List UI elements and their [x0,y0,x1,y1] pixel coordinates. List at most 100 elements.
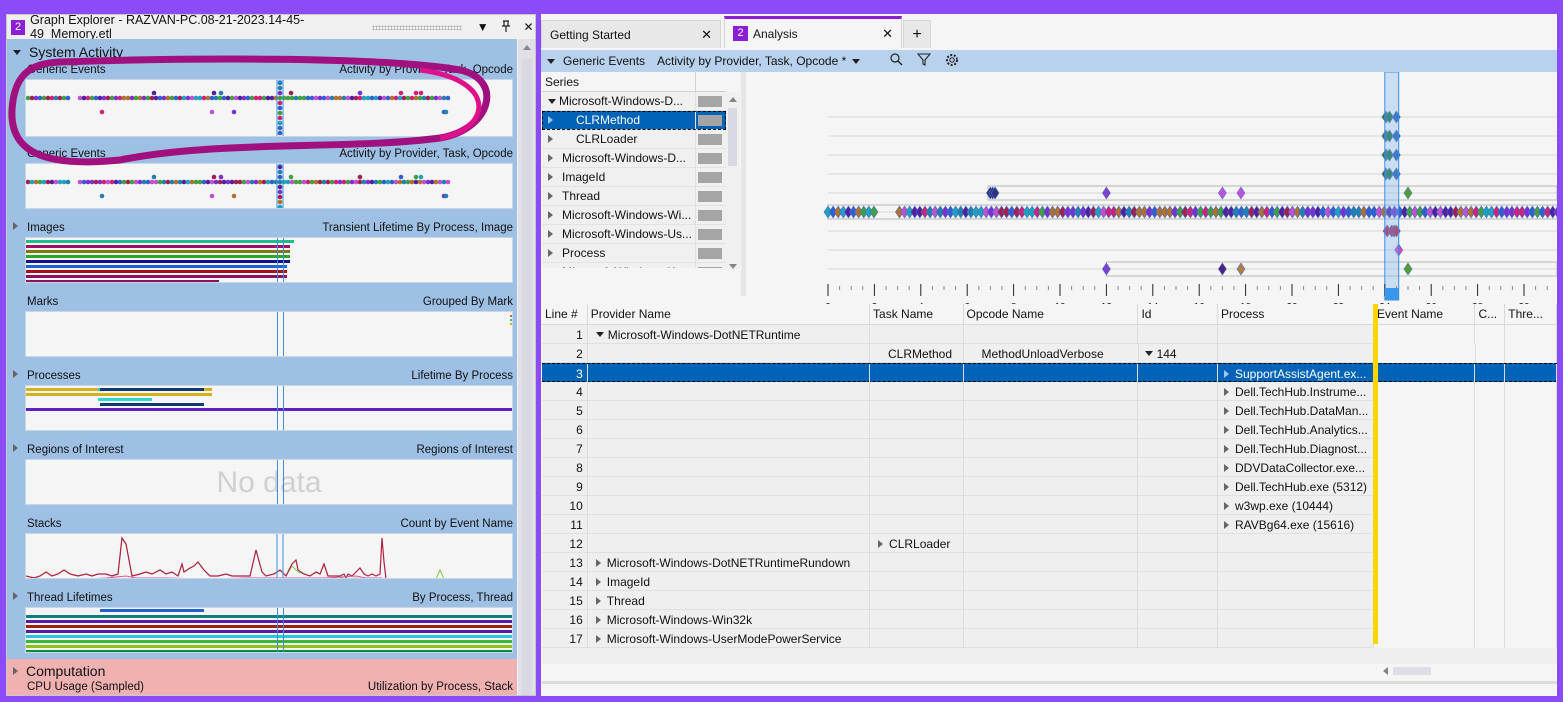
table-row[interactable]: 17 Microsoft-Windows-UserModePowerService [542,629,1557,648]
expand-icon[interactable] [1223,501,1229,510]
graph-explorer-scrollbar[interactable] [518,39,535,695]
selection-axis-marker[interactable] [1384,288,1399,300]
tab-getting-started[interactable]: Getting Started ✕ [541,20,721,48]
column-header[interactable]: Event Name [1374,304,1476,325]
group-header-computation[interactable]: Computation [13,663,105,679]
collapse-graph-icon[interactable] [547,58,555,64]
expand-icon[interactable] [548,211,553,219]
scroll-up-icon[interactable] [729,97,737,102]
expand-icon[interactable] [548,249,553,257]
scroll-left-icon[interactable] [1383,667,1388,675]
dropdown-icon[interactable]: ▼ [474,20,491,34]
splitter[interactable] [741,72,746,296]
series-item[interactable]: Thread [542,186,726,206]
series-color-swatch[interactable] [698,152,722,164]
series-color-swatch[interactable] [698,209,722,221]
column-header[interactable]: Process [1218,304,1375,325]
expand-icon[interactable] [595,558,601,567]
graph-thumbnail-generic-events-1[interactable] [25,79,513,137]
expand-icon[interactable] [1223,444,1229,453]
close-tab-icon[interactable]: ✕ [701,27,712,43]
expand-icon[interactable] [1223,406,1229,415]
event-marker[interactable] [1553,206,1557,218]
event-marker[interactable] [1403,186,1413,200]
column-header[interactable]: Line # [542,304,588,325]
table-row[interactable]: 10 w3wp.exe (10444) [542,496,1557,515]
series-item[interactable]: Microsoft-Windows-D... [542,91,726,111]
expand-icon[interactable] [548,154,553,162]
column-header[interactable]: Task Name [870,304,964,325]
series-item[interactable]: Microsoft-Windows-Us... [542,224,726,244]
event-marker[interactable] [1102,262,1111,276]
graph-thumbnail-generic-events-2[interactable] [25,163,513,209]
table-row[interactable]: 5 Dell.TechHub.DataMan... [542,401,1557,420]
group-header-system-activity[interactable]: System Activity [13,44,123,60]
series-color-swatch[interactable] [698,95,722,107]
expand-icon[interactable] [548,135,553,143]
event-marker[interactable] [1236,186,1246,200]
event-marker[interactable] [869,205,879,219]
timeline-graph[interactable]: 024681012141618202224262830 [747,72,1557,312]
graph-thumbnail-regions-of-interest[interactable]: No data [25,459,513,505]
filter-icon[interactable] [917,53,932,69]
collapse-icon[interactable] [548,98,556,104]
series-item[interactable]: Microsoft-Windows-D... [542,148,726,168]
event-marker[interactable] [1236,262,1246,276]
expand-icon[interactable] [548,173,553,181]
selection-range[interactable] [1384,72,1400,301]
graph-expander-regions[interactable] [13,444,26,452]
collapse-icon[interactable] [595,332,604,337]
expand-icon[interactable] [1223,425,1229,434]
column-header[interactable]: Opcode Name [964,304,1139,325]
graph-thumbnail-marks[interactable] [25,311,513,357]
collapse-icon[interactable] [1144,351,1153,356]
table-row[interactable]: 14 ImageId [542,572,1557,591]
series-color-swatch[interactable] [698,133,722,145]
series-item[interactable]: Microsoft-Windows-Wi... [542,205,726,225]
graph-thumbnail-processes[interactable] [25,385,513,431]
close-icon[interactable]: ✕ [520,20,535,34]
expand-icon[interactable] [595,634,601,643]
expand-icon[interactable] [595,577,601,586]
expand-icon[interactable] [595,596,601,605]
series-scrollbar[interactable] [726,92,740,270]
column-header[interactable]: C... [1475,304,1506,325]
table-row[interactable]: 12 CLRLoader [542,534,1557,553]
graph-thumbnail-thread-lifetimes[interactable] [25,607,513,653]
table-row[interactable]: 1 Microsoft-Windows-DotNETRuntime [542,325,1557,344]
expand-icon[interactable] [548,230,553,238]
table-row[interactable]: 8 DDVDataCollector.exe... [542,458,1557,477]
series-color-swatch[interactable] [698,114,722,126]
scroll-thumb[interactable] [1393,667,1431,675]
expand-icon[interactable] [1223,387,1229,396]
series-item[interactable]: ImageId [542,167,726,187]
pin-icon[interactable] [497,19,514,35]
add-tab-button[interactable]: + [903,20,931,48]
settings-icon[interactable] [945,53,959,70]
table-row[interactable]: 9 Dell.TechHub.exe (5312) [542,477,1557,496]
graph-thumbnail-stacks[interactable] [25,533,513,579]
expand-icon[interactable] [1223,520,1229,529]
series-color-swatch[interactable] [698,171,722,183]
event-marker[interactable] [1218,186,1227,200]
series-color-swatch[interactable] [698,266,722,268]
expand-icon[interactable] [1223,463,1229,472]
column-header[interactable]: Provider Name [588,304,871,325]
series-item[interactable]: Process [542,243,726,263]
scroll-thumb[interactable] [728,108,737,166]
preset-dropdown[interactable]: Activity by Provider, Task, Opcode * [657,54,868,68]
table-row[interactable]: 3 SupportAssistAgent.ex... [542,363,1557,383]
series-color-swatch[interactable] [698,190,722,202]
table-row[interactable]: 7 Dell.TechHub.Diagnost... [542,439,1557,458]
expand-icon[interactable] [548,192,553,200]
event-marker[interactable] [1102,186,1111,200]
series-color-swatch[interactable] [698,228,722,240]
column-header[interactable]: Id [1138,304,1218,325]
graph-thumbnail-images[interactable] [25,237,513,283]
table-row[interactable]: 16 Microsoft-Windows-Win32k [542,610,1557,629]
drag-grip[interactable] [372,24,463,30]
event-marker[interactable] [1218,262,1227,276]
expand-icon[interactable] [595,615,601,624]
scroll-up-icon[interactable] [523,45,531,50]
graph-expander-thread-lifetimes[interactable] [13,592,26,600]
